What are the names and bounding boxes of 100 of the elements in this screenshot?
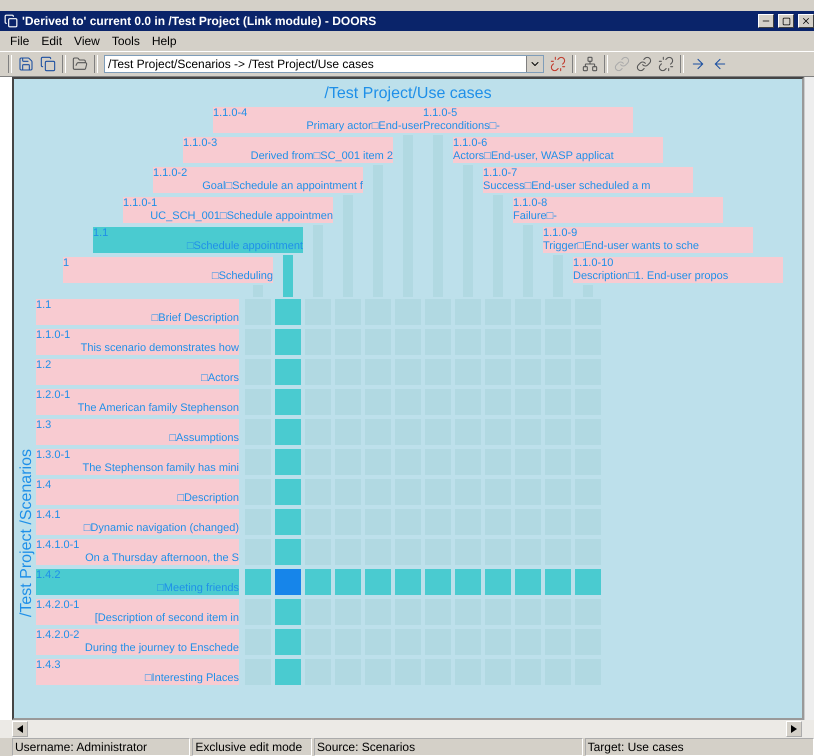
column-text: Derived from□SC_001 item 2 — [250, 150, 393, 163]
column-header[interactable]: 1.1.0-10 Description□1. End-user propos — [573, 257, 783, 283]
maximize-icon — [782, 16, 790, 26]
matrix-cell[interactable] — [245, 569, 271, 595]
menu-item[interactable]: File — [6, 34, 34, 48]
row-number: 1.3 — [36, 419, 52, 432]
column-header[interactable]: 1.1.0-6 Actors□End-user, WASP applicat — [453, 137, 663, 163]
row-number: 1.3.0-1 — [36, 449, 70, 462]
scroll-left-icon[interactable] — [17, 725, 23, 733]
column-header[interactable]: 1.1.0-5 Preconditions□- — [423, 107, 633, 133]
row-header[interactable]: 1.2 □Actors — [36, 359, 239, 385]
row-number: 1.4.2.0-2 — [36, 629, 80, 642]
row-text: This scenario demonstrates how — [80, 342, 239, 355]
close-button[interactable] — [798, 14, 814, 28]
matrix-cell[interactable] — [275, 329, 301, 355]
link-icon[interactable] — [636, 56, 652, 72]
row-header[interactable]: 1.4.3 □Interesting Places — [36, 659, 239, 685]
matrix-cell[interactable] — [485, 569, 511, 595]
column-header[interactable]: 1.1.0-4 Primary actor□End-user — [213, 107, 423, 133]
column-text: Success□End-user scheduled a m — [483, 180, 650, 193]
row-header[interactable]: 1.4 □Description — [36, 479, 239, 505]
column-text: Primary actor□End-user — [306, 120, 423, 133]
menu-item[interactable]: Tools — [108, 34, 144, 48]
matrix-cell[interactable] — [275, 539, 301, 565]
matrix-cell[interactable] — [545, 569, 571, 595]
matrix-cell[interactable] — [275, 599, 301, 625]
matrix-cell[interactable] — [425, 569, 451, 595]
menu-item[interactable]: Edit — [37, 34, 66, 48]
column-text: Preconditions□- — [423, 120, 500, 133]
column-text: Description□1. End-user propos — [573, 270, 728, 283]
matrix-cell[interactable] — [365, 569, 391, 595]
matrix-cell[interactable] — [275, 479, 301, 505]
row-text: □Assumptions — [169, 432, 239, 445]
row-header[interactable]: 1.1 □Brief Description — [36, 299, 239, 325]
column-header[interactable]: 1.1.0-8 Failure□- — [513, 197, 723, 223]
matrix-cell[interactable] — [515, 569, 541, 595]
matrix-cell[interactable] — [275, 449, 301, 475]
matrix-cell[interactable] — [335, 569, 361, 595]
matrix-cell[interactable] — [275, 569, 301, 595]
row-number: 1.4.1 — [36, 509, 60, 522]
documents-icon[interactable] — [40, 56, 56, 72]
row-text: The Stephenson family has mini — [82, 462, 239, 475]
column-text: Goal□Schedule an appointment f — [202, 180, 363, 193]
row-header[interactable]: 1.4.2.0-2 During the journey to Enschede — [36, 629, 239, 655]
matrix-cell[interactable] — [395, 569, 421, 595]
unlink-icon[interactable] — [658, 56, 674, 72]
row-text: □Brief Description — [152, 312, 239, 325]
row-header[interactable]: 1.4.2 □Meeting friends — [36, 569, 239, 595]
row-text: □Dynamic navigation (changed) — [84, 522, 239, 535]
row-header[interactable]: 1.4.1.0-1 On a Thursday afternoon, the S — [36, 539, 239, 565]
column-header[interactable]: 1.1.0-7 Success□End-user scheduled a m — [483, 167, 693, 193]
matrix-cell[interactable] — [275, 299, 301, 325]
save-icon[interactable] — [18, 56, 34, 72]
matrix-cell[interactable] — [275, 629, 301, 655]
row-text: The American family Stephenson — [78, 402, 239, 415]
column-header[interactable]: 1.1.0-1 UC_SCH_001□Schedule appointmen — [123, 197, 333, 223]
column-header[interactable]: 1 □Scheduling — [63, 257, 273, 283]
matrix-cell[interactable] — [275, 659, 301, 685]
scroll-right-icon[interactable] — [791, 725, 797, 733]
row-header[interactable]: 1.3.0-1 The Stephenson family has mini — [36, 449, 239, 475]
status-field: Target: Use cases — [584, 738, 814, 756]
row-header[interactable]: 1.4.2.0-1 [Description of second item in — [36, 599, 239, 625]
matrix-cell[interactable] — [575, 569, 601, 595]
row-text: □Meeting friends — [157, 582, 239, 595]
matrix-cell[interactable] — [305, 569, 331, 595]
row-header[interactable]: 1.4.1 □Dynamic navigation (changed) — [36, 509, 239, 535]
path-dropdown[interactable]: /Test Project/Scenarios -> /Test Project/Use cases — [104, 55, 544, 73]
row-text: During the journey to Enschede — [84, 642, 239, 655]
matrix-cell[interactable] — [275, 359, 301, 385]
menu-item[interactable]: View — [70, 34, 104, 48]
matrix-cell[interactable] — [455, 569, 481, 595]
unlink-icon[interactable] — [550, 56, 566, 72]
row-header[interactable]: 1.3 □Assumptions — [36, 419, 239, 445]
row-text: On a Thursday afternoon, the S — [85, 552, 239, 565]
menu-item[interactable]: Help — [148, 34, 181, 48]
tree-icon[interactable] — [582, 56, 598, 72]
row-number: 1.4.1.0-1 — [36, 539, 80, 552]
column-number: 1.1.0-3 — [183, 137, 218, 150]
column-header[interactable]: 1.1.0-2 Goal□Schedule an appointment f — [153, 167, 363, 193]
column-number: 1.1.0-1 — [123, 197, 158, 210]
column-number: 1.1.0-5 — [423, 107, 458, 120]
row-header[interactable]: 1.2.0-1 The American family Stephenson — [36, 389, 239, 415]
row-header[interactable]: 1.1.0-1 This scenario demonstrates how — [36, 329, 239, 355]
minimize-button[interactable] — [758, 14, 774, 28]
column-header[interactable]: 1.1.0-9 Trigger□End-user wants to sche — [543, 227, 753, 253]
matrix-cell[interactable] — [275, 419, 301, 445]
status-field: Source: Scenarios — [314, 738, 583, 756]
row-text: □Description — [177, 492, 239, 505]
column-header[interactable]: 1.1 □Schedule appointment — [93, 227, 303, 253]
maximize-button[interactable] — [778, 14, 794, 28]
row-number: 1.4.3 — [36, 659, 60, 672]
column-header[interactable]: 1.1.0-3 Derived from□SC_001 item 2 — [183, 137, 393, 163]
close-icon — [801, 16, 811, 26]
column-number: 1.1.0-9 — [543, 227, 578, 240]
folder-icon[interactable] — [72, 56, 88, 72]
row-number: 1.2.0-1 — [36, 389, 70, 402]
matrix-cell[interactable] — [275, 509, 301, 535]
row-text: □Interesting Places — [144, 672, 239, 685]
matrix-cell[interactable] — [275, 389, 301, 415]
column-text: Trigger□End-user wants to sche — [543, 240, 700, 253]
